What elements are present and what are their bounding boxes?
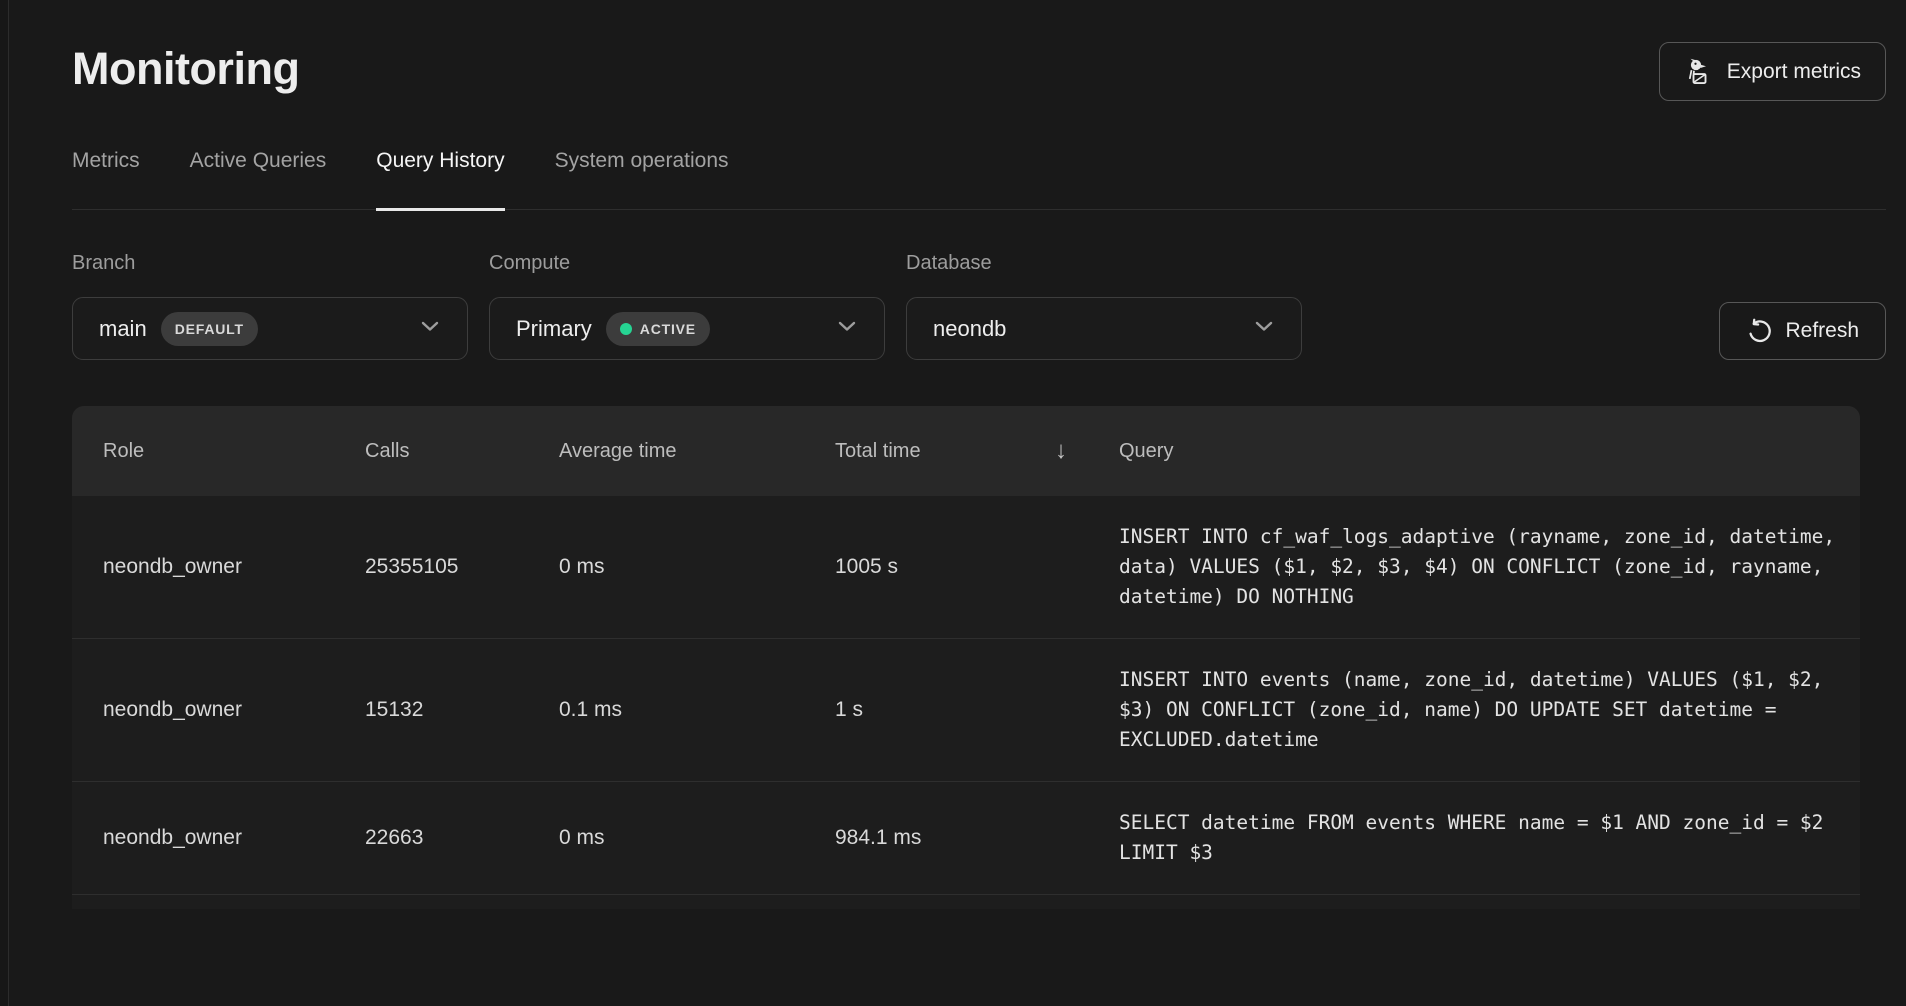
cell-role: neondb_owner (103, 698, 365, 722)
chevron-down-icon (836, 319, 858, 338)
compute-select[interactable]: Primary ACTIVE (489, 297, 885, 360)
datadog-icon (1684, 57, 1714, 87)
sort-desc-icon[interactable]: ↓ (1055, 437, 1067, 465)
cell-query: INSERT INTO cf_waf_logs_adaptive (raynam… (1119, 496, 1842, 638)
chevron-down-icon (1253, 319, 1275, 338)
cell-total-time: 984.1 ms (835, 826, 1119, 850)
cell-calls: 25355105 (365, 555, 559, 579)
column-header-calls[interactable]: Calls (365, 440, 559, 463)
refresh-button[interactable]: Refresh (1719, 302, 1886, 360)
refresh-label: Refresh (1785, 319, 1859, 343)
cell-calls: 22663 (365, 826, 559, 850)
database-select[interactable]: neondb (906, 297, 1302, 360)
table-row-partial (72, 895, 1860, 909)
branch-select[interactable]: main DEFAULT (72, 297, 468, 360)
filters-row: Branch main DEFAULT Compute Primary (72, 252, 1886, 360)
column-header-total-time[interactable]: Total time ↓ (835, 437, 1119, 465)
export-metrics-label: Export metrics (1727, 60, 1861, 84)
page-header: Monitoring Export metrics (72, 0, 1886, 101)
table-row[interactable]: neondb_owner 22663 0 ms 984.1 ms SELECT … (72, 782, 1860, 895)
tab-query-history[interactable]: Query History (376, 149, 504, 211)
compute-value: Primary (516, 316, 592, 342)
active-status-dot (620, 323, 632, 335)
column-header-average-time[interactable]: Average time (559, 440, 835, 463)
cell-average-time: 0 ms (559, 826, 835, 850)
table-row[interactable]: neondb_owner 15132 0.1 ms 1 s INSERT INT… (72, 639, 1860, 782)
sidebar-edge (0, 0, 9, 1006)
table-row[interactable]: neondb_owner 25355105 0 ms 1005 s INSERT… (72, 496, 1860, 639)
branch-value: main (99, 316, 147, 342)
tab-metrics[interactable]: Metrics (72, 149, 140, 211)
cell-average-time: 0.1 ms (559, 698, 835, 722)
export-metrics-button[interactable]: Export metrics (1659, 42, 1886, 101)
table-header-row: Role Calls Average time Total time ↓ Que… (72, 406, 1860, 496)
page-title: Monitoring (72, 44, 299, 94)
tab-bar: Metrics Active Queries Query History Sys… (72, 149, 1886, 210)
query-history-table: Role Calls Average time Total time ↓ Que… (72, 406, 1860, 909)
default-badge: DEFAULT (161, 312, 258, 346)
cell-average-time: 0 ms (559, 555, 835, 579)
cell-role: neondb_owner (103, 826, 365, 850)
active-badge: ACTIVE (606, 312, 710, 346)
cell-query: INSERT INTO events (name, zone_id, datet… (1119, 639, 1842, 781)
tab-active-queries[interactable]: Active Queries (190, 149, 327, 211)
database-filter: Database neondb (906, 252, 1302, 360)
compute-label: Compute (489, 252, 885, 275)
cell-total-time: 1 s (835, 698, 1119, 722)
branch-label: Branch (72, 252, 468, 275)
tab-system-operations[interactable]: System operations (555, 149, 729, 211)
chevron-down-icon (419, 319, 441, 338)
refresh-icon (1746, 318, 1772, 344)
monitoring-page: Monitoring Export metrics Metrics Active… (10, 0, 1906, 1006)
database-label: Database (906, 252, 1302, 275)
cell-calls: 15132 (365, 698, 559, 722)
cell-query: SELECT datetime FROM events WHERE name =… (1119, 782, 1842, 894)
database-value: neondb (933, 316, 1006, 342)
column-header-role[interactable]: Role (103, 440, 365, 463)
compute-filter: Compute Primary ACTIVE (489, 252, 885, 360)
cell-total-time: 1005 s (835, 555, 1119, 579)
branch-filter: Branch main DEFAULT (72, 252, 468, 360)
cell-role: neondb_owner (103, 555, 365, 579)
column-header-query[interactable]: Query (1119, 440, 1842, 463)
